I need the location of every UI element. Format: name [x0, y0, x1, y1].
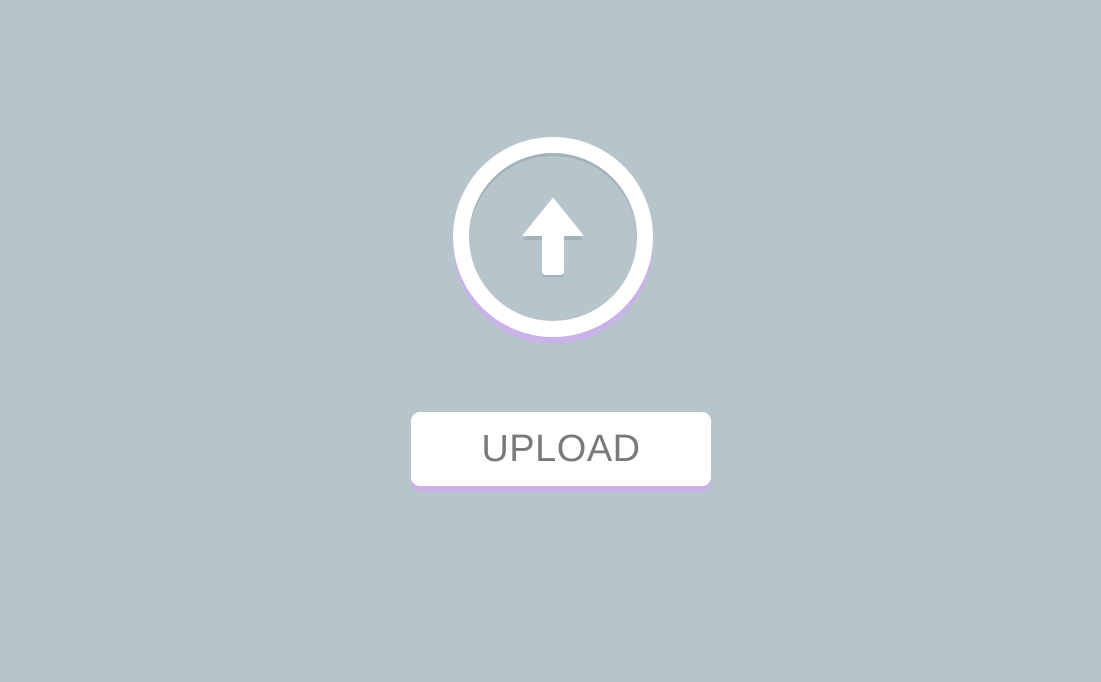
upload-button[interactable]: UPLOAD [411, 412, 711, 486]
circle-inner-well [469, 153, 637, 321]
upload-button-label: UPLOAD [481, 427, 641, 470]
upload-dropzone-circle[interactable] [453, 137, 653, 337]
upload-page: UPLOAD [0, 0, 1101, 682]
arrow-up-icon [521, 197, 585, 277]
